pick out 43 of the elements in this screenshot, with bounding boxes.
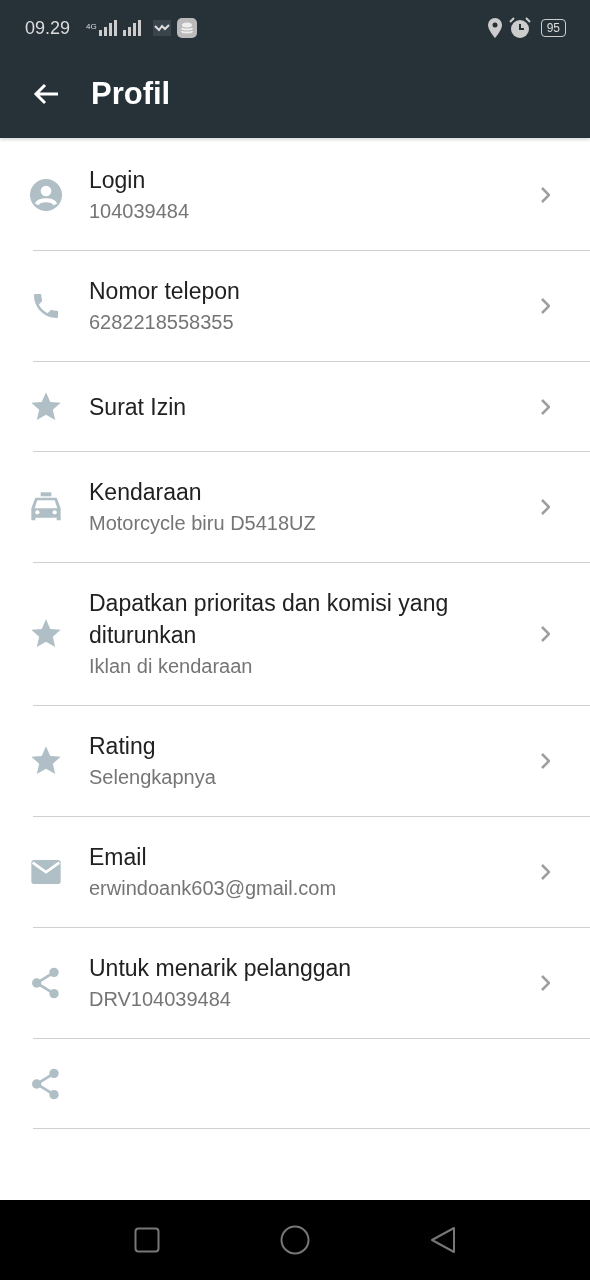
- profile-list-item[interactable]: Rating Selengkapnya: [33, 706, 590, 817]
- profile-list-item[interactable]: Email erwindoank603@gmail.com: [33, 817, 590, 928]
- item-subtitle: erwindoank603@gmail.com: [89, 876, 338, 901]
- item-title: Surat Izin: [89, 392, 188, 422]
- item-subtitle: 104039484: [89, 199, 191, 224]
- signal-icon: [122, 20, 141, 36]
- item-title: Rating: [89, 732, 157, 761]
- recent-apps-button[interactable]: [134, 1227, 160, 1253]
- profile-list-item[interactable]: Surat Izin: [33, 362, 590, 452]
- item-subtitle: DRV104039484: [89, 987, 232, 1012]
- stack-icon: [176, 18, 197, 38]
- back-arrow-icon: [33, 83, 59, 105]
- item-title: Email: [89, 843, 148, 872]
- item-title: Login: [89, 166, 147, 195]
- item-subtitle: 6282218558355: [89, 310, 235, 335]
- status-time: 09.29: [25, 17, 71, 39]
- screen-title: Profil: [91, 76, 171, 112]
- item-title: Untuk menarik pelanggan: [89, 954, 353, 983]
- star-icon: [30, 618, 62, 650]
- signal-icon: [98, 20, 117, 36]
- share-icon: [30, 1067, 62, 1100]
- profile-list-item[interactable]: Nomor telepon 6282218558355: [33, 251, 590, 362]
- star-icon: [30, 390, 62, 423]
- item-subtitle: Iklan di kendaraan: [89, 654, 254, 679]
- battery-indicator: 95: [540, 19, 566, 37]
- home-button[interactable]: [280, 1225, 310, 1255]
- profile-list-item[interactable]: Untuk menarik pelanggan DRV104039484: [33, 928, 590, 1039]
- taxi-icon: [30, 491, 62, 523]
- item-subtitle: Selengkapnya: [89, 765, 217, 790]
- profile-list-item[interactable]: Dapatkan prioritas dan komisi yang diturunkan Iklan di kendaraan: [33, 563, 590, 706]
- item-title: Dapatkan prioritas dan komisi yang diturunkan: [89, 589, 450, 650]
- location-pin-icon: [486, 18, 503, 38]
- star-icon: [30, 745, 62, 777]
- item-title: Kendaraan: [89, 478, 203, 507]
- item-title: Nomor telepon: [89, 277, 241, 306]
- account-icon: [30, 179, 62, 211]
- alarm-clock-icon: [508, 17, 531, 39]
- profile-list-item[interactable]: Kendaraan Motorcycle biru D5418UZ: [33, 452, 590, 563]
- item-subtitle: Motorcycle biru D5418UZ: [89, 511, 317, 536]
- chart-icon: [152, 20, 171, 36]
- network-label: 4G: [86, 22, 97, 31]
- profile-list-item[interactable]: Login 104039484: [33, 140, 590, 251]
- share-icon: [30, 967, 62, 999]
